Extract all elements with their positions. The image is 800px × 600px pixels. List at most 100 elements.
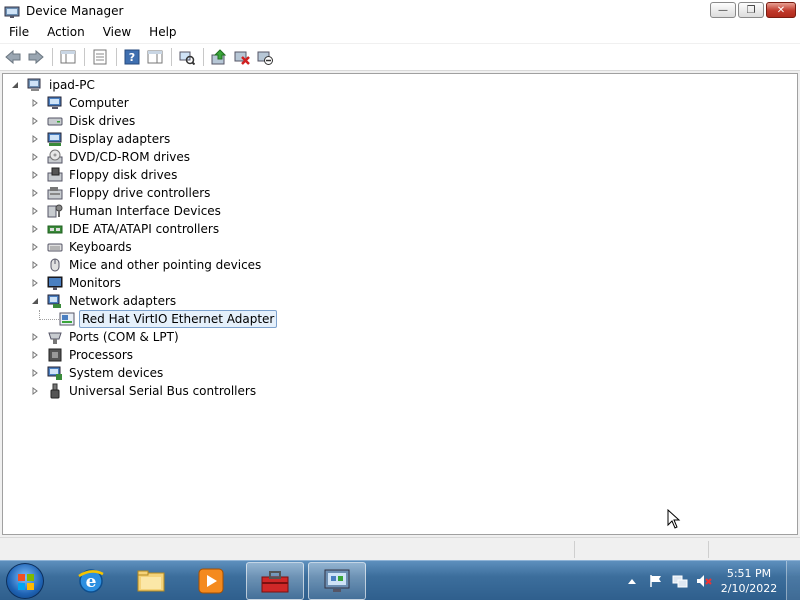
- menu-action[interactable]: Action: [38, 22, 94, 43]
- tree-guide-line: [39, 319, 59, 320]
- expand-arrow-icon[interactable]: [29, 241, 41, 253]
- tree-item-floppy-drive-controllers[interactable]: Floppy drive controllers: [29, 184, 212, 202]
- properties-icon: [93, 49, 107, 65]
- computer-icon: [47, 95, 63, 111]
- minimize-button[interactable]: —: [710, 2, 736, 18]
- expand-arrow-icon[interactable]: [29, 169, 41, 181]
- tree-item-label: Universal Serial Bus controllers: [69, 384, 257, 398]
- tree-item-universal-serial-bus-controllers[interactable]: Universal Serial Bus controllers: [29, 382, 258, 400]
- disable-device-button[interactable]: [254, 46, 276, 68]
- expand-arrow-icon[interactable]: [29, 259, 41, 271]
- tree-item-floppy-disk-drives[interactable]: Floppy disk drives: [29, 166, 179, 184]
- expand-arrow-icon[interactable]: [29, 187, 41, 199]
- tree-item-label: Floppy drive controllers: [69, 186, 211, 200]
- scan-hardware-icon: [179, 51, 195, 65]
- expand-arrow-icon[interactable]: [29, 205, 41, 217]
- toolbar-separator: [116, 48, 117, 66]
- action-center-flag-icon[interactable]: [648, 573, 664, 589]
- tree-item-display-adapters[interactable]: Display adapters: [29, 130, 172, 148]
- close-button[interactable]: ✕: [766, 2, 796, 18]
- uninstall-button[interactable]: [231, 46, 253, 68]
- forward-button[interactable]: [25, 46, 47, 68]
- expand-arrow-icon[interactable]: [29, 385, 41, 397]
- menu-bar: File Action View Help: [0, 22, 800, 43]
- status-divider: [574, 541, 575, 558]
- back-button[interactable]: [2, 46, 24, 68]
- tree-item-network-child[interactable]: Red Hat VirtIO Ethernet Adapter: [59, 310, 278, 328]
- tree-item-label: Disk drives: [69, 114, 136, 128]
- toolbar: ?: [0, 44, 800, 71]
- show-hidden-icons-icon[interactable]: [624, 573, 640, 589]
- properties-button[interactable]: [89, 46, 111, 68]
- help-icon: ?: [124, 49, 140, 65]
- taskbar-clock[interactable]: 5:51 PM 2/10/2022: [716, 566, 782, 596]
- collapse-arrow-icon[interactable]: [29, 295, 41, 307]
- tree-item-computer[interactable]: Computer: [29, 94, 131, 112]
- floppy-disk-icon: [47, 167, 63, 183]
- expand-arrow-icon[interactable]: [29, 151, 41, 163]
- media-player-icon: [198, 568, 224, 594]
- tree-item-label: Red Hat VirtIO Ethernet Adapter: [79, 310, 278, 328]
- close-icon: ✕: [776, 4, 786, 16]
- help-button[interactable]: ?: [121, 46, 143, 68]
- tree-item-label: Processors: [69, 348, 134, 362]
- expand-arrow-icon[interactable]: [29, 97, 41, 109]
- taskbar-device-manager[interactable]: [308, 562, 366, 600]
- tree-item-label: IDE ATA/ATAPI controllers: [69, 222, 220, 236]
- svg-text:?: ?: [129, 51, 135, 64]
- system-device-icon: [47, 365, 63, 381]
- taskbar-internet-explorer[interactable]: e: [62, 562, 120, 600]
- expand-arrow-icon[interactable]: [29, 367, 41, 379]
- expand-arrow-icon[interactable]: [29, 277, 41, 289]
- taskbar-windows-explorer[interactable]: [122, 562, 180, 600]
- taskbar-media-player[interactable]: [182, 562, 240, 600]
- tree-item-label: DVD/CD-ROM drives: [69, 150, 191, 164]
- tree-item-network-adapters[interactable]: Network adapters: [29, 292, 178, 310]
- tree-item-dvd-cd-rom-drives[interactable]: DVD/CD-ROM drives: [29, 148, 192, 166]
- status-bar: [0, 537, 800, 560]
- start-button[interactable]: [6, 563, 44, 599]
- menu-help[interactable]: Help: [140, 22, 185, 43]
- tree-item-keyboards[interactable]: Keyboards: [29, 238, 134, 256]
- menu-file[interactable]: File: [0, 22, 38, 43]
- show-desktop-button[interactable]: [786, 561, 800, 600]
- scan-hardware-button[interactable]: [176, 46, 198, 68]
- maximize-button[interactable]: ❐: [738, 2, 764, 18]
- tree-item-label: Network adapters: [69, 294, 177, 308]
- tree-item-processors[interactable]: Processors: [29, 346, 135, 364]
- volume-muted-icon[interactable]: [696, 573, 712, 589]
- device-tree[interactable]: ipad-PC Computer Disk drives Display adapt…: [2, 73, 798, 535]
- network-status-icon[interactable]: [672, 573, 688, 589]
- tree-item-ports-com-lpt[interactable]: Ports (COM & LPT): [29, 328, 181, 346]
- menu-view[interactable]: View: [94, 22, 140, 43]
- toolbar-separator: [52, 48, 53, 66]
- show-hide-console-tree-button[interactable]: [57, 46, 79, 68]
- toolbar-separator: [203, 48, 204, 66]
- tree-item-mice-and-other-pointing-devices[interactable]: Mice and other pointing devices: [29, 256, 263, 274]
- action-pane-button[interactable]: [144, 46, 166, 68]
- update-driver-button[interactable]: [208, 46, 230, 68]
- expand-arrow-icon[interactable]: [29, 331, 41, 343]
- tree-item-system-devices[interactable]: System devices: [29, 364, 165, 382]
- tree-root[interactable]: ipad-PC: [9, 76, 97, 94]
- ide-controller-icon: [47, 221, 63, 237]
- expand-arrow-icon[interactable]: [29, 115, 41, 127]
- network-adapter-icon: [47, 293, 63, 309]
- tree-item-label: Monitors: [69, 276, 121, 290]
- tree-item-label: Ports (COM & LPT): [69, 330, 179, 344]
- expand-arrow-icon[interactable]: [29, 349, 41, 361]
- svg-text:e: e: [86, 572, 97, 592]
- tree-item-human-interface-devices[interactable]: Human Interface Devices: [29, 202, 223, 220]
- hid-icon: [47, 203, 63, 219]
- tree-item-label: Display adapters: [69, 132, 171, 146]
- device-manager-window: Device Manager — ❐ ✕ File Action View He…: [0, 0, 800, 560]
- tree-item-disk-drives[interactable]: Disk drives: [29, 112, 137, 130]
- expand-arrow-icon[interactable]: [29, 223, 41, 235]
- tree-item-label: Human Interface Devices: [69, 204, 221, 218]
- tree-item-monitors[interactable]: Monitors: [29, 274, 123, 292]
- collapse-arrow-icon[interactable]: [9, 79, 21, 91]
- title-bar[interactable]: Device Manager — ❐ ✕: [0, 0, 800, 22]
- tree-item-ide-ata-atapi-controllers[interactable]: IDE ATA/ATAPI controllers: [29, 220, 221, 238]
- taskbar-toolbox[interactable]: [246, 562, 304, 600]
- expand-arrow-icon[interactable]: [29, 133, 41, 145]
